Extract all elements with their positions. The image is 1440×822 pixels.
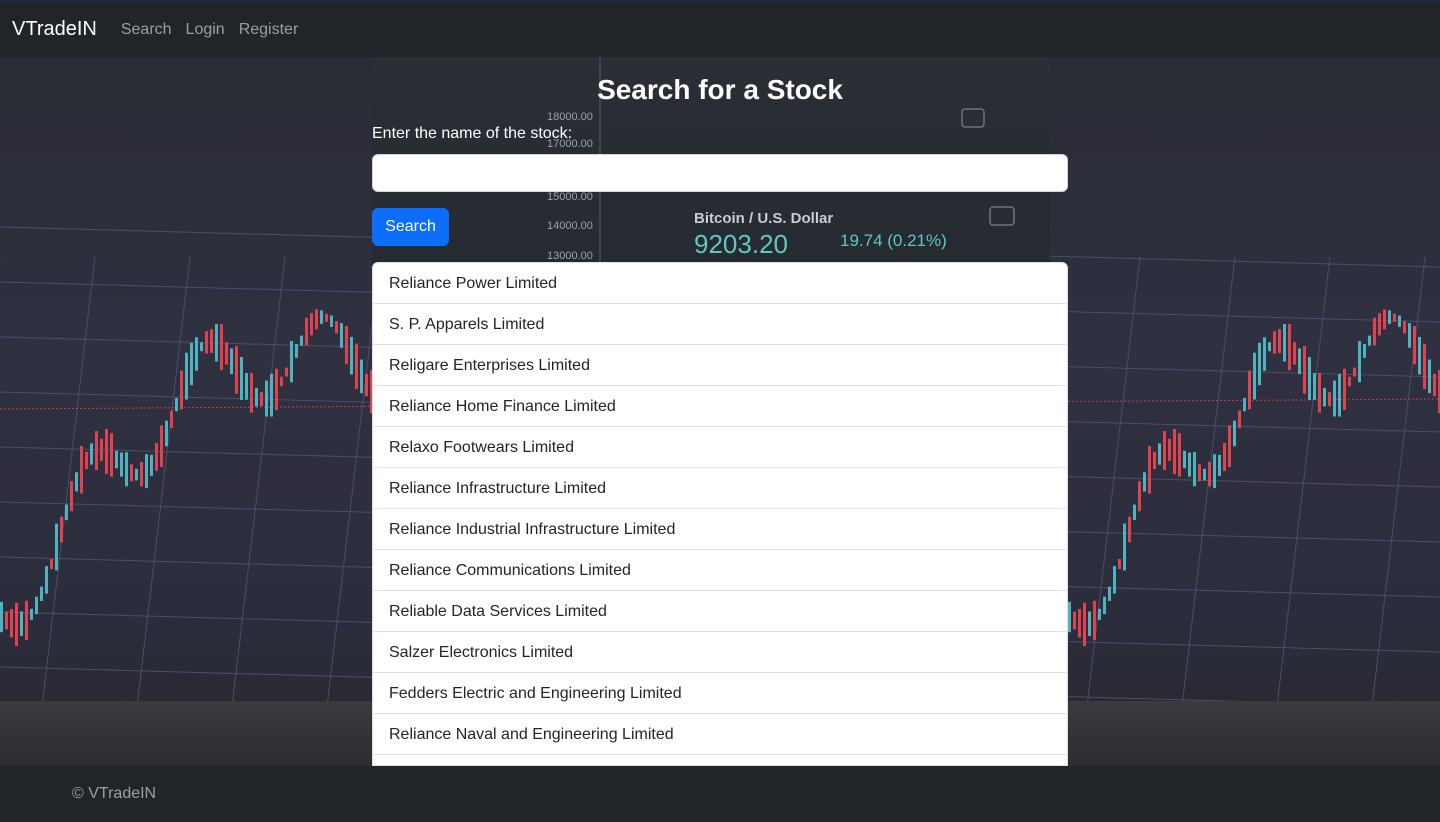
price-level: 14000.00 [547, 220, 593, 232]
result-item[interactable]: Reliance Naval and Engineering Limited [373, 714, 1067, 755]
result-item[interactable] [373, 755, 1067, 765]
result-item[interactable]: S. P. Apparels Limited [373, 304, 1067, 345]
result-item[interactable]: Salzer Electronics Limited [373, 632, 1067, 673]
stock-name-label: Enter the name of the stock: [372, 125, 573, 142]
result-item[interactable]: Reliance Communications Limited [373, 550, 1067, 591]
result-item[interactable]: Reliable Data Services Limited [373, 591, 1067, 632]
footer: © VTradeIN [0, 766, 1440, 822]
nav-link-login[interactable]: Login [186, 21, 225, 39]
result-item[interactable]: Reliance Power Limited [373, 263, 1067, 304]
navbar: VTradeIN Search Login Register [0, 0, 1440, 57]
result-item[interactable]: Relaxo Footwears Limited [373, 427, 1067, 468]
result-item[interactable]: Reliance Industrial Infrastructure Limit… [373, 509, 1067, 550]
result-item[interactable]: Reliance Infrastructure Limited [373, 468, 1067, 509]
stock-search-input[interactable] [372, 154, 1068, 192]
page-title: Search for a Stock [597, 74, 843, 105]
search-button[interactable]: Search [372, 208, 449, 246]
result-item[interactable]: Religare Enterprises Limited [373, 345, 1067, 386]
nav-link-register[interactable]: Register [239, 21, 299, 39]
nav-link-search[interactable]: Search [121, 21, 172, 39]
brand-link[interactable]: VTradeIN [12, 18, 97, 41]
result-item[interactable]: Reliance Home Finance Limited [373, 386, 1067, 427]
ticker-change: 19.74 (0.21%) [840, 231, 947, 250]
search-results-list: Reliance Power Limited S. P. Apparels Lim… [372, 262, 1068, 766]
price-level: 15000.00 [547, 191, 593, 203]
ticker-name: Bitcoin / U.S. Dollar [694, 210, 833, 227]
ticker-price: 9203.20 [694, 229, 788, 259]
result-item[interactable]: Fedders Electric and Engineering Limited [373, 673, 1067, 714]
price-level: 18000.00 [547, 111, 593, 123]
footer-copyright: © VTradeIN [72, 785, 157, 802]
price-level: 13000.00 [547, 250, 593, 262]
